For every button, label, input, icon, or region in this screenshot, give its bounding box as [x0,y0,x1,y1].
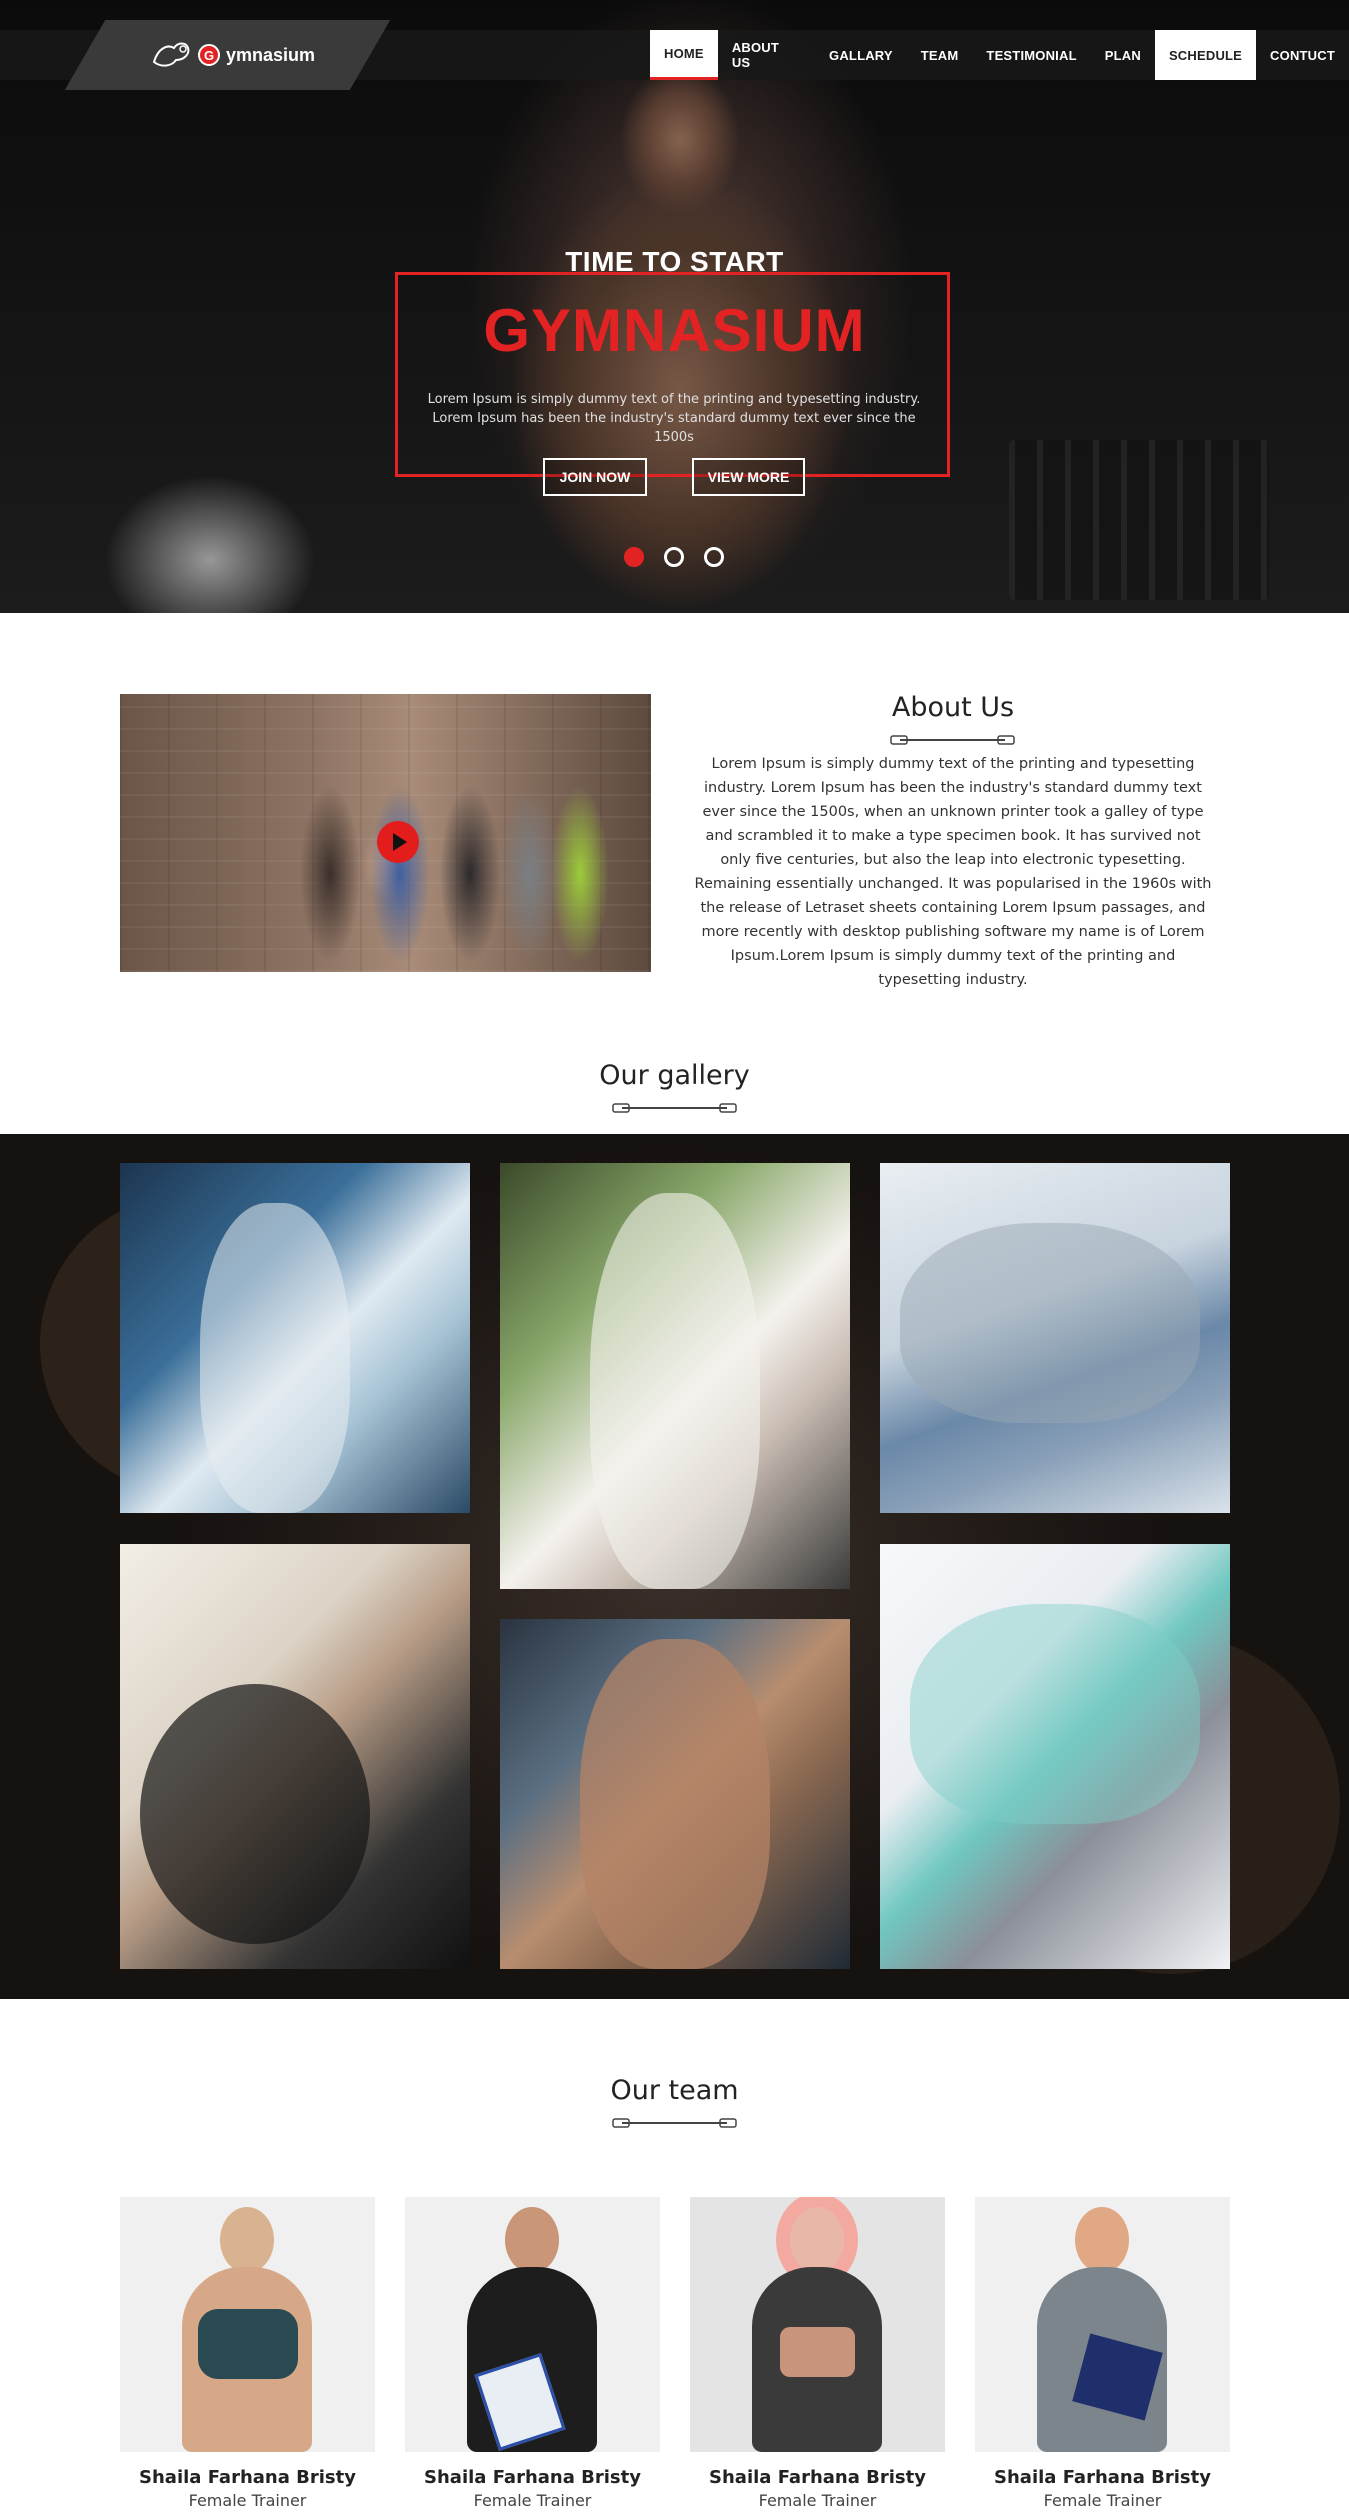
team-member-name: Shaila Farhana Bristy [994,2467,1211,2488]
nav-schedule[interactable]: SCHEDULE [1154,30,1257,80]
join-now-button[interactable]: JOIN NOW [543,458,647,496]
hero-image-dumbbell-rack [1009,440,1269,600]
logo-mascot-icon [152,42,190,67]
team-member-role: Female Trainer [188,2491,307,2510]
hero-description: Lorem Ipsum is simply dummy text of the … [427,392,921,445]
hero-title: GYMNASIUM [483,297,866,364]
slider-dot-2[interactable] [664,547,684,567]
nav-plan[interactable]: PLAN [1091,30,1155,80]
about-description: Lorem Ipsum is simply dummy text of the … [694,756,1212,988]
gallery-section [0,1134,1349,1999]
slider-dot-3[interactable] [704,547,724,567]
slider-dot-1[interactable] [624,547,644,567]
team-member-photo[interactable] [690,2197,945,2452]
gallery-title: Our gallery [599,1060,750,1091]
about-title: About Us [891,692,1015,723]
team-member-photo[interactable] [975,2197,1230,2452]
team-member-role: Female Trainer [1043,2491,1162,2510]
team-member-name: Shaila Farhana Bristy [139,2467,356,2488]
nav-testimonial[interactable]: TESTIMONIAL [972,30,1090,80]
nav-about-us[interactable]: ABOUT US [718,30,815,80]
nav-team[interactable]: TEAM [907,30,973,80]
team-member-name: Shaila Farhana Bristy [424,2467,641,2488]
play-icon[interactable] [377,821,419,863]
gallery-photo-man-shirtless[interactable] [500,1619,850,1969]
team-title: Our team [610,2075,739,2106]
hero-kicker: TIME TO START [565,246,784,277]
team-member-role: Female Trainer [758,2491,877,2510]
gallery-photo-man-pushup[interactable] [880,1163,1230,1513]
view-more-button[interactable]: VIEW MORE [692,458,805,496]
about-image-group [290,744,610,972]
logo[interactable]: G ymnasium [150,35,350,75]
team-member-photo[interactable] [405,2197,660,2452]
logo-badge: G [198,44,220,66]
gallery-photo-woman-plank[interactable] [880,1544,1230,1969]
gallery-photo-woman-bike[interactable] [120,1544,470,1969]
about-video-thumbnail[interactable] [120,694,651,972]
team-member-name: Shaila Farhana Bristy [709,2467,926,2488]
slider-dots [624,547,724,567]
logo-text: ymnasium [226,44,316,65]
team-member-role: Female Trainer [473,2491,592,2510]
hero-section: G ymnasium HOME ABOUT US GALLARY TEAM TE… [0,0,1349,613]
about-divider-icon [890,735,1015,745]
nav-contact[interactable]: CONTUCT [1256,30,1349,80]
team-member-photo[interactable] [120,2197,375,2452]
team-divider-icon [612,2118,737,2128]
gallery-photo-man-treadmill[interactable] [120,1163,470,1513]
gallery-divider-icon [612,1103,737,1113]
nav-home[interactable]: HOME [650,30,718,80]
nav-gallery[interactable]: GALLARY [815,30,907,80]
main-nav: HOME ABOUT US GALLARY TEAM TESTIMONIAL P… [650,30,1349,80]
gallery-photo-woman-running[interactable] [500,1163,850,1589]
